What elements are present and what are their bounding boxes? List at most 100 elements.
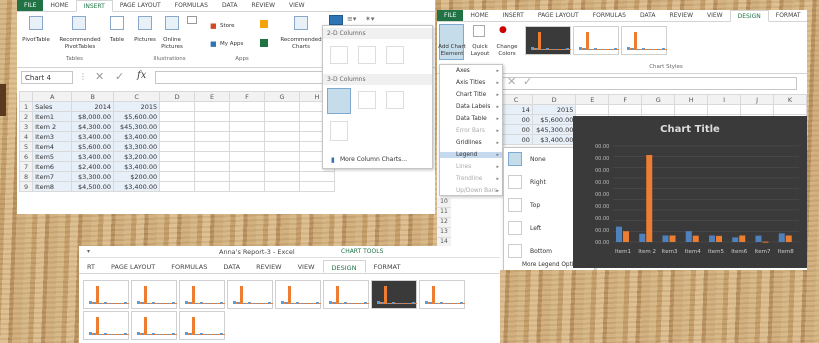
cell[interactable]: [264, 161, 300, 172]
tab-view[interactable]: VIEW: [290, 260, 323, 273]
row-header[interactable]: 13: [437, 228, 451, 238]
cell[interactable]: [194, 101, 231, 112]
more-column-charts-link[interactable]: More Column Charts...: [340, 156, 407, 163]
bar-2015-item4[interactable]: [692, 235, 699, 242]
bar-2015-item2[interactable]: [646, 155, 653, 242]
menu-item-lines[interactable]: Lines: [446, 164, 471, 170]
cell[interactable]: $8,000.00: [71, 111, 115, 122]
cell[interactable]: $200.00: [113, 171, 161, 182]
recommended-charts-button[interactable]: Recommended Charts: [275, 37, 327, 51]
row-header[interactable]: 10: [437, 198, 451, 208]
cell[interactable]: [159, 151, 196, 162]
cell[interactable]: $3,300.00: [71, 171, 115, 182]
cell[interactable]: [194, 131, 231, 142]
cell[interactable]: [159, 141, 196, 152]
cell[interactable]: $45,300.00: [531, 124, 577, 135]
menu-item-up-down-bars[interactable]: Up/Down Bars: [446, 188, 497, 194]
cell[interactable]: Item6: [32, 161, 73, 172]
row-header[interactable]: 6: [18, 151, 34, 162]
cell[interactable]: [159, 161, 196, 172]
cell[interactable]: $3,400.00: [113, 131, 161, 142]
cell[interactable]: [229, 101, 266, 112]
row-header[interactable]: 3: [18, 121, 34, 132]
cell[interactable]: [740, 104, 775, 115]
3d-100-stacked-column-option[interactable]: [386, 91, 404, 109]
chart-style-option[interactable]: [179, 311, 225, 340]
cell[interactable]: [641, 104, 676, 115]
tab-page-layout[interactable]: PAGE LAYOUT: [113, 0, 168, 11]
cell[interactable]: Item 2: [32, 121, 73, 132]
cell[interactable]: [229, 131, 266, 142]
formula-input[interactable]: [497, 77, 797, 90]
select-all[interactable]: [18, 91, 34, 102]
bar-2014-item5[interactable]: [709, 235, 715, 242]
tab-data[interactable]: DATA: [633, 10, 662, 21]
pictures-icon[interactable]: [138, 16, 152, 30]
column-header[interactable]: H: [674, 94, 709, 105]
cell[interactable]: [264, 141, 300, 152]
cell[interactable]: [264, 131, 300, 142]
menu-item-data-labels[interactable]: Data Labels: [446, 104, 490, 110]
tab-review[interactable]: REVIEW: [248, 260, 290, 273]
legend-bottom-icon[interactable]: [508, 244, 522, 258]
cell[interactable]: Item8: [32, 181, 73, 192]
formula-input[interactable]: [155, 71, 335, 84]
bar-2014-item2[interactable]: [639, 233, 646, 242]
pictures-button[interactable]: Pictures: [130, 37, 160, 44]
cell[interactable]: $3,400.00: [531, 134, 577, 145]
cell[interactable]: [298, 171, 336, 182]
column-header[interactable]: G: [264, 91, 300, 102]
cell[interactable]: 00: [499, 124, 533, 135]
recommended-pivottables-button[interactable]: Recommended PivotTables: [54, 37, 106, 51]
bar-2014-item3[interactable]: [662, 235, 669, 242]
cell[interactable]: [229, 161, 266, 172]
more-options-icon[interactable]: ⋮: [79, 72, 87, 81]
online-pictures-button[interactable]: Online Pictures: [157, 37, 187, 51]
clustered-column-option[interactable]: [330, 46, 348, 64]
pie-chart-icon[interactable]: ✶▾: [365, 15, 374, 23]
tab-file[interactable]: FILE: [437, 10, 464, 21]
menu-item-axes[interactable]: Axes: [446, 68, 470, 74]
change-colors-button[interactable]: Change Colors: [493, 44, 521, 58]
column-header[interactable]: B: [71, 91, 115, 102]
cell[interactable]: [264, 111, 300, 122]
tab-data[interactable]: DATA: [215, 0, 244, 11]
cell[interactable]: Item7: [32, 171, 73, 182]
cell[interactable]: [264, 101, 300, 112]
tab-page-layout[interactable]: PAGE LAYOUT: [531, 10, 586, 21]
stacked-column-option[interactable]: [358, 46, 376, 64]
column-header[interactable]: D: [531, 94, 577, 105]
cell[interactable]: Item1: [32, 111, 73, 122]
pivottable-icon[interactable]: [29, 16, 43, 30]
3d-stacked-column-option[interactable]: [358, 91, 376, 109]
tab-insert[interactable]: INSERT: [75, 0, 113, 12]
tab-home[interactable]: HOME: [43, 0, 75, 11]
bar-2015-item3[interactable]: [669, 235, 676, 242]
my-apps-icon[interactable]: ■: [210, 40, 217, 48]
my-apps-button[interactable]: My Apps: [220, 41, 243, 48]
column-header[interactable]: F: [608, 94, 643, 105]
bar-2014-item4[interactable]: [685, 231, 692, 242]
chart-style-option[interactable]: [323, 280, 369, 309]
column-header[interactable]: K: [773, 94, 807, 105]
row-header[interactable]: 9: [18, 181, 34, 192]
cancel-icon[interactable]: ✕: [95, 70, 104, 83]
cell[interactable]: Sales: [32, 101, 73, 112]
cell[interactable]: 00: [499, 114, 533, 125]
column-header[interactable]: I: [707, 94, 742, 105]
column-header[interactable]: E: [575, 94, 610, 105]
row-header[interactable]: 4: [18, 131, 34, 142]
line-chart-icon[interactable]: ≡▾: [347, 15, 356, 23]
cell[interactable]: [159, 181, 196, 192]
quick-layout-icon[interactable]: [473, 25, 485, 37]
chart-style-option[interactable]: [275, 280, 321, 309]
enter-icon[interactable]: ✓: [115, 70, 124, 83]
column-chart-button[interactable]: [329, 15, 343, 25]
cell[interactable]: [194, 141, 231, 152]
tab-view[interactable]: VIEW: [700, 10, 730, 21]
tab-file[interactable]: FILE: [17, 0, 44, 11]
fx-label[interactable]: fx: [137, 70, 146, 81]
chart-style-option[interactable]: [227, 280, 273, 309]
cell[interactable]: $2,400.00: [71, 161, 115, 172]
cell[interactable]: [194, 111, 231, 122]
